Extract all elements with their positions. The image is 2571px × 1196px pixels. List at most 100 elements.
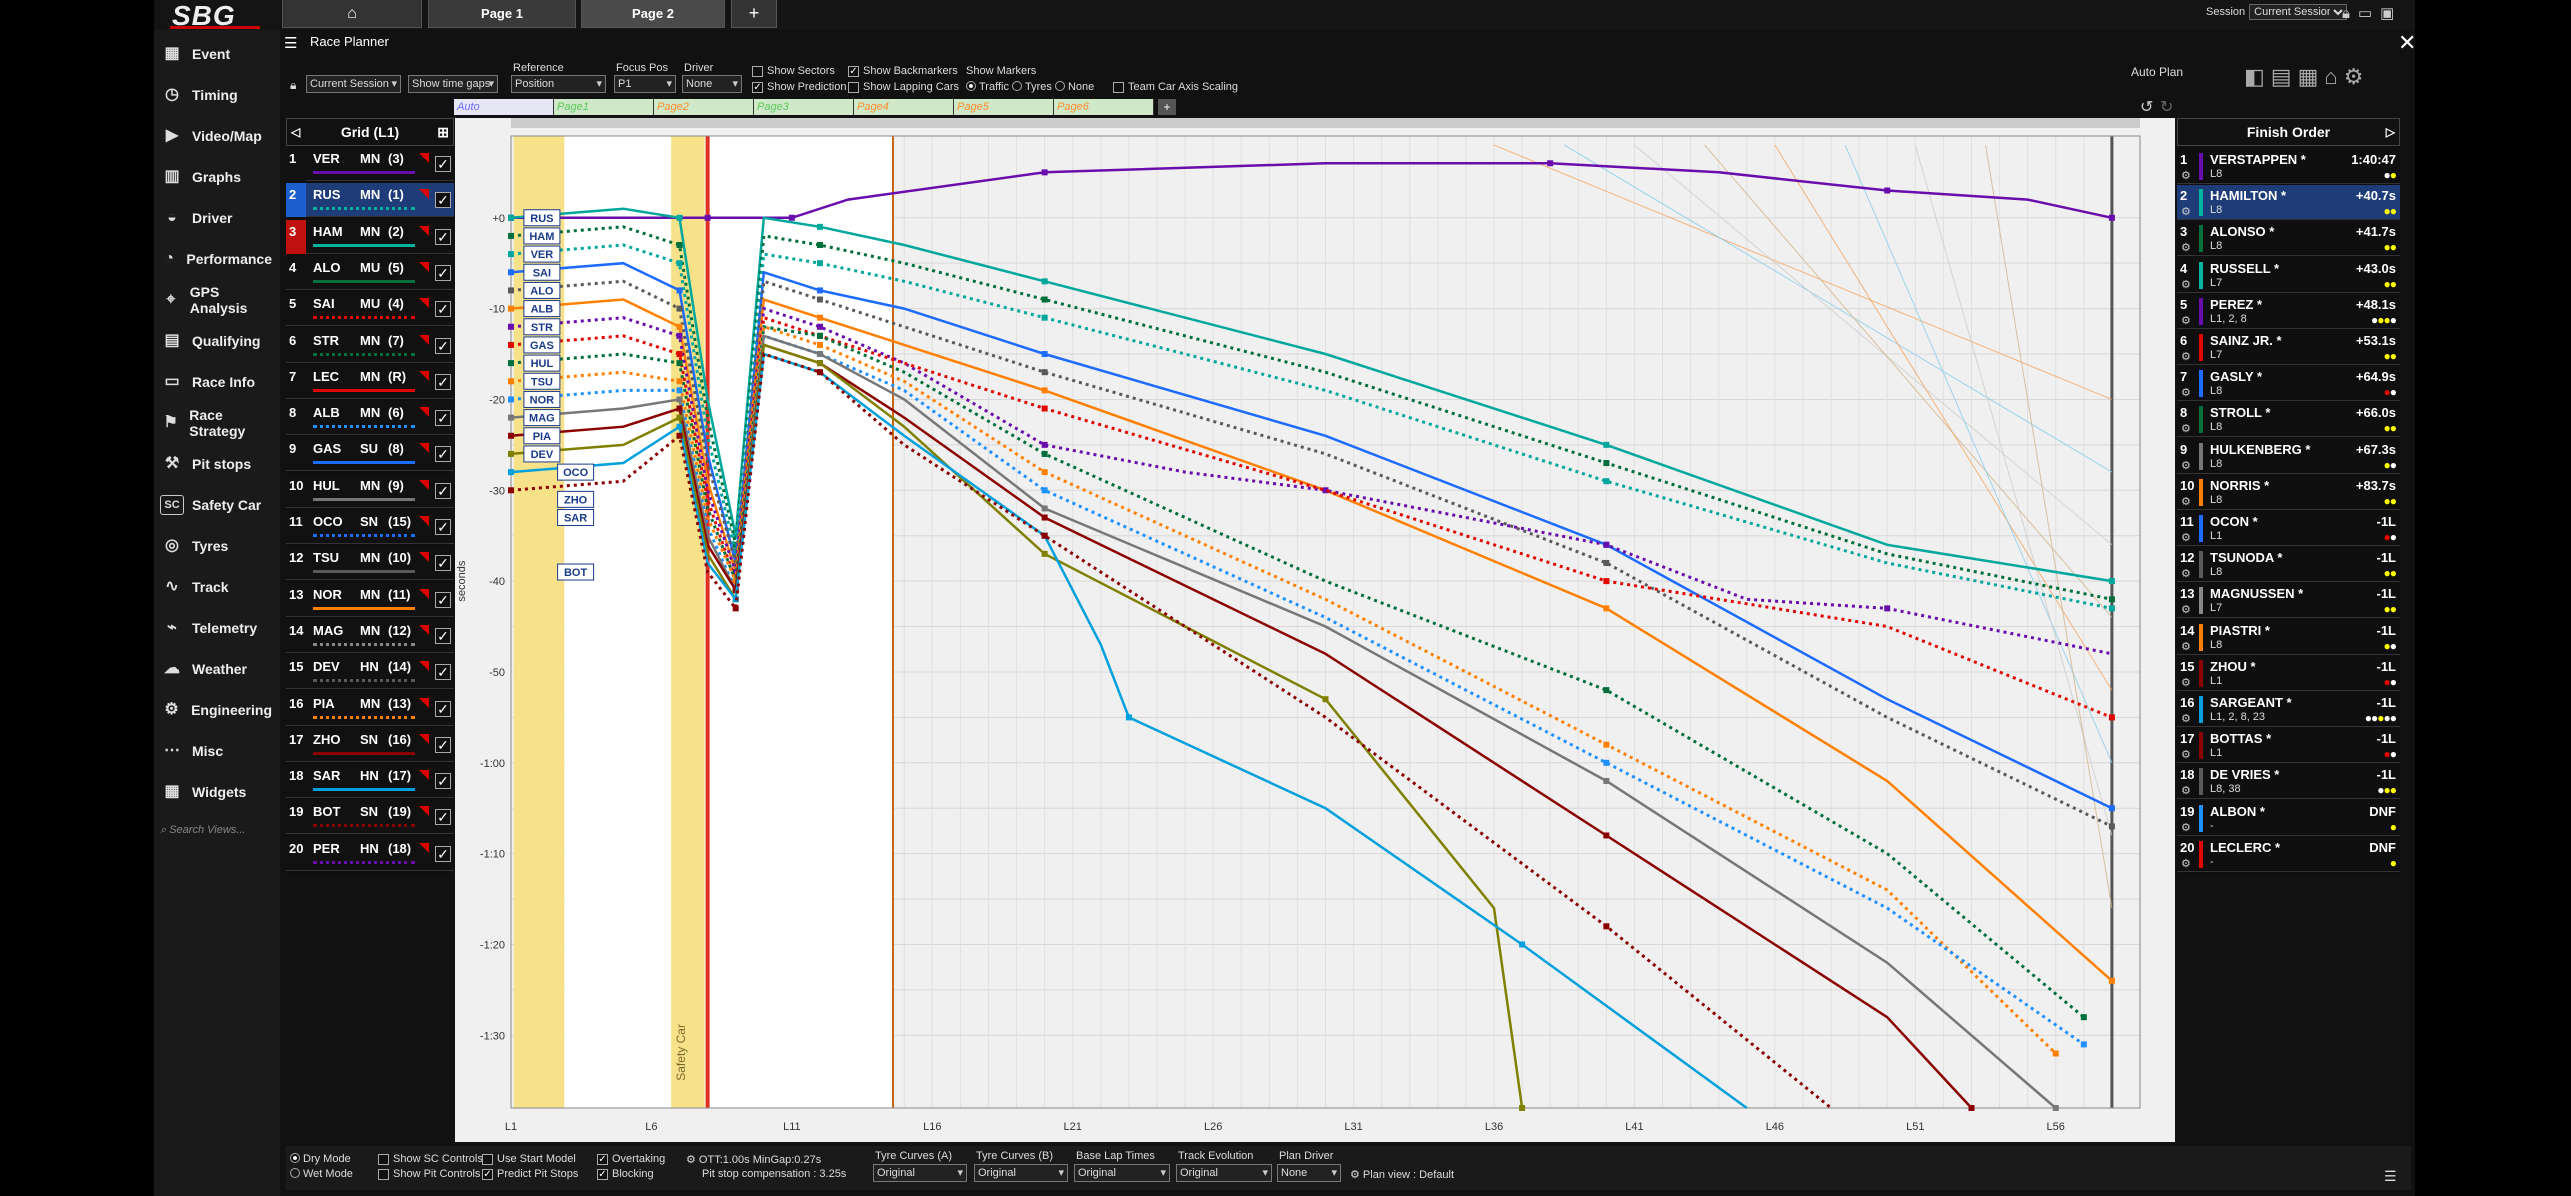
finish-row[interactable]: 16 SARGEANT * -1L L1, 2, 8, 23 ⚙ ●●●●● <box>2177 692 2400 727</box>
finish-row[interactable]: 5 PEREZ * +48.1s L1, 2, 8 ⚙ ●●●● <box>2177 293 2400 329</box>
plan-tab-page1[interactable]: Page1 <box>554 99 654 115</box>
plan-tab-page5[interactable]: Page5 <box>954 99 1054 115</box>
driver-settings-icon[interactable]: ⚙ <box>2181 386 2191 399</box>
add-plan-tab-button[interactable]: + <box>1158 99 1176 115</box>
auto-plan-label[interactable]: Auto Plan <box>2131 65 2183 79</box>
finish-row[interactable]: 8 STROLL * +66.0s L8 ⚙ ●● <box>2177 402 2400 438</box>
grid-row[interactable]: 12 TSU MN (10) ✓ <box>286 546 454 581</box>
base-lap-times-dropdown[interactable]: Original <box>1074 1164 1170 1182</box>
tyre-curves-a-dropdown[interactable]: Original <box>873 1164 967 1182</box>
sidebar-item-weather[interactable]: ☁ Weather <box>160 655 272 683</box>
driver-settings-icon[interactable]: ⚙ <box>2181 278 2191 291</box>
show-backmarkers-checkbox[interactable]: ✓ Show Backmarkers <box>848 65 958 77</box>
finish-row[interactable]: 15 ZHOU * -1L L1 ⚙ ●● <box>2177 655 2400 691</box>
sidebar-item-performance[interactable]: ◔ Performance <box>160 245 272 273</box>
tyre-curves-b-dropdown[interactable]: Original <box>974 1164 1068 1182</box>
grid-row[interactable]: 2 RUS MN (1) ✓ <box>286 183 454 218</box>
driver-settings-icon[interactable]: ⚙ <box>2181 459 2191 472</box>
predict-pit-stops-checkbox[interactable]: ✓ Predict Pit Stops <box>482 1168 578 1180</box>
grid-row[interactable]: 11 OCO SN (15) ✓ <box>286 510 454 544</box>
driver-settings-icon[interactable]: ⚙ <box>2181 495 2191 508</box>
layout-grid-icon[interactable]: ▦ <box>2298 64 2325 89</box>
grid-row[interactable]: 10 HUL MN (9) ✓ <box>286 473 454 508</box>
driver-dropdown[interactable]: None <box>682 75 742 93</box>
search-views[interactable]: ⌕ Search Views... <box>160 824 245 837</box>
driver-settings-icon[interactable]: ⚙ <box>2181 567 2191 580</box>
plan-tab-page2[interactable]: Page2 <box>654 99 754 115</box>
blocking-checkbox[interactable]: ✓ Blocking <box>597 1168 654 1180</box>
plan-tab-auto[interactable]: Auto <box>454 99 554 115</box>
folder-icon[interactable]: ▭ <box>2358 5 2380 22</box>
show-driver-checkbox[interactable]: ✓ <box>435 519 451 535</box>
grid-row[interactable]: 1 VER MN (3) ✓ <box>286 147 454 181</box>
finish-row[interactable]: 12 TSUNODA * -1L L8 ⚙ ●● <box>2177 547 2400 583</box>
driver-settings-icon[interactable]: ⚙ <box>2181 169 2191 182</box>
settings-icon[interactable]: ⚙ <box>2344 64 2370 89</box>
reference-dropdown[interactable]: Position <box>511 75 606 93</box>
sidebar-item-graphs[interactable]: ▥ Graphs <box>160 163 272 191</box>
driver-settings-icon[interactable]: ⚙ <box>2181 205 2191 218</box>
grid-row[interactable]: 16 PIA MN (13) ✓ <box>286 691 454 726</box>
focus-pos-dropdown[interactable]: P1 <box>614 75 676 93</box>
sidebar-item-gps-analysis[interactable]: ⌖ GPS Analysis <box>160 284 272 316</box>
sidebar-item-driver[interactable]: ◒ Driver <box>160 204 272 232</box>
grid-row[interactable]: 17 ZHO SN (16) ✓ <box>286 727 454 762</box>
grid-options-icon[interactable]: ⊞ <box>437 119 449 145</box>
driver-settings-icon[interactable]: ⚙ <box>2181 748 2191 761</box>
grid-row[interactable]: 6 STR MN (7) ✓ <box>286 328 454 363</box>
session-select[interactable]: Current Session <box>2249 4 2348 20</box>
grid-row[interactable]: 7 LEC MN (R) ✓ <box>286 364 454 399</box>
finish-row[interactable]: 17 BOTTAS * -1L L1 ⚙ ●● <box>2177 728 2400 764</box>
tab-page-1[interactable]: Page 1 <box>428 0 576 28</box>
finish-row[interactable]: 14 PIASTRI * -1L L8 ⚙ ●● <box>2177 619 2400 655</box>
close-panel-button[interactable]: ✕ <box>2398 30 2416 56</box>
show-driver-checkbox[interactable]: ✓ <box>435 809 451 826</box>
driver-settings-icon[interactable]: ⚙ <box>2181 603 2191 616</box>
show-driver-checkbox[interactable]: ✓ <box>435 156 451 172</box>
finish-row[interactable]: 4 RUSSELL * +43.0s L7 ⚙ ●● <box>2177 257 2400 293</box>
show-driver-checkbox[interactable]: ✓ <box>435 192 451 209</box>
finish-row[interactable]: 13 MAGNUSSEN * -1L L7 ⚙ ●● <box>2177 583 2400 619</box>
plan-view-readout[interactable]: ⚙ Plan view : Default <box>1350 1168 1454 1181</box>
show-driver-checkbox[interactable]: ✓ <box>435 664 451 681</box>
grid-row[interactable]: 4 ALO MU (5) ✓ <box>286 255 454 290</box>
lock-small-icon[interactable]: 🔒︎ <box>290 78 296 93</box>
plan-tab-page4[interactable]: Page4 <box>854 99 954 115</box>
padlock-icon[interactable]: ⌂ <box>2324 64 2343 89</box>
show-driver-checkbox[interactable]: ✓ <box>435 264 451 281</box>
sidebar-item-engineering[interactable]: ⚙ Engineering <box>160 696 272 724</box>
undo-icon[interactable]: ↺ <box>2140 97 2153 117</box>
save-icon[interactable]: ▣ <box>2380 5 2402 22</box>
track-evolution-dropdown[interactable]: Original <box>1176 1164 1272 1182</box>
finish-row[interactable]: 20 LECLERC * DNF - ⚙ ● <box>2177 836 2400 872</box>
menu-lines-icon[interactable]: ☰ <box>2384 1168 2397 1185</box>
sidebar-item-widgets[interactable]: ▦ Widgets <box>160 778 272 806</box>
show-driver-checkbox[interactable]: ✓ <box>435 301 451 318</box>
driver-settings-icon[interactable]: ⚙ <box>2181 531 2191 544</box>
show-driver-checkbox[interactable]: ✓ <box>435 773 451 790</box>
show-driver-checkbox[interactable]: ✓ <box>435 555 451 572</box>
sidebar-item-track[interactable]: ∿ Track <box>160 573 272 601</box>
grid-row[interactable]: 15 DEV HN (14) ✓ <box>286 655 454 690</box>
grid-row[interactable]: 8 ALB MN (6) ✓ <box>286 401 454 436</box>
grid-row[interactable]: 14 MAG MN (12) ✓ <box>286 618 454 653</box>
driver-settings-icon[interactable]: ⚙ <box>2181 241 2191 254</box>
show-driver-checkbox[interactable]: ✓ <box>435 700 451 717</box>
finish-row[interactable]: 11 OCON * -1L L1 ⚙ ●● <box>2177 511 2400 546</box>
show-driver-checkbox[interactable]: ✓ <box>435 446 451 463</box>
sidebar-item-video-map[interactable]: ▶ Video/Map <box>160 122 272 150</box>
finish-row[interactable]: 7 GASLY * +64.9s L8 ⚙ ●● <box>2177 366 2400 402</box>
sidebar-item-tyres[interactable]: ◎ Tyres <box>160 532 272 560</box>
grid-row[interactable]: 19 BOT SN (19) ✓ <box>286 800 454 835</box>
lock-icon[interactable]: 🔒︎ <box>2342 5 2358 22</box>
none-radio[interactable] <box>1054 81 1065 91</box>
show-sc-controls-checkbox[interactable]: Show SC Controls <box>378 1153 483 1165</box>
finish-row[interactable]: 18 DE VRIES * -1L L8, 38 ⚙ ●●● <box>2177 764 2400 800</box>
dry-mode-radio[interactable]: Dry Mode <box>290 1153 351 1165</box>
session-dropdown[interactable]: Current Session <box>306 75 401 93</box>
plan-driver-dropdown[interactable]: None <box>1277 1164 1341 1182</box>
sidebar-item-event[interactable]: ▦ Event <box>160 40 272 68</box>
collapse-right-icon[interactable]: ▷ <box>2386 119 2395 145</box>
team-scaling-checkbox[interactable]: Team Car Axis Scaling <box>1113 81 1238 93</box>
show-driver-checkbox[interactable]: ✓ <box>435 228 451 245</box>
